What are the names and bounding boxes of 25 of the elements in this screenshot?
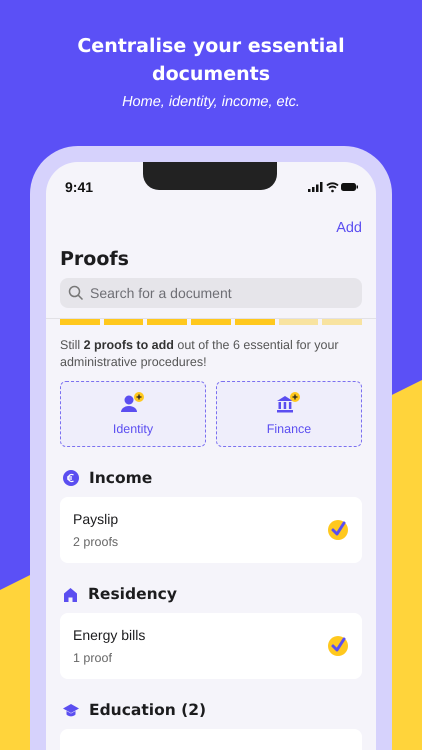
house-icon (63, 586, 78, 602)
search-icon (68, 285, 84, 301)
section-title: Residency (88, 585, 177, 603)
euro-icon (63, 470, 79, 486)
add-document-tile[interactable]: Identity (60, 381, 206, 447)
section-title: Income (89, 469, 152, 487)
headline: Centralise your essential documents (76, 34, 346, 87)
status-time: 9:41 (65, 179, 94, 195)
proof-count: 1 proof (73, 651, 113, 665)
section-title: Education (2) (89, 701, 206, 719)
proof-count: 2 proofs (73, 535, 118, 549)
status-icons (308, 181, 358, 193)
page-title: Proofs (60, 248, 130, 270)
subheadline: Home, identity, income, etc. (122, 94, 300, 110)
bank-add-icon (276, 392, 302, 414)
search-field[interactable]: Search for a document (60, 278, 362, 308)
add-link[interactable]: Add (336, 220, 362, 236)
document-card[interactable]: Energy bills 1 proof (60, 613, 362, 679)
document-name: Energy bills (73, 627, 146, 643)
graduation-cap-icon (63, 704, 79, 716)
person-add-icon (120, 392, 146, 414)
add-document-tile[interactable]: Finance (216, 381, 362, 447)
progress-message: Still 2 proofs to add out of the 6 essential for your administrative procedures! (60, 337, 340, 371)
document-name: Payslip (73, 511, 118, 527)
document-card[interactable]: Payslip 2 proofs (60, 497, 362, 563)
